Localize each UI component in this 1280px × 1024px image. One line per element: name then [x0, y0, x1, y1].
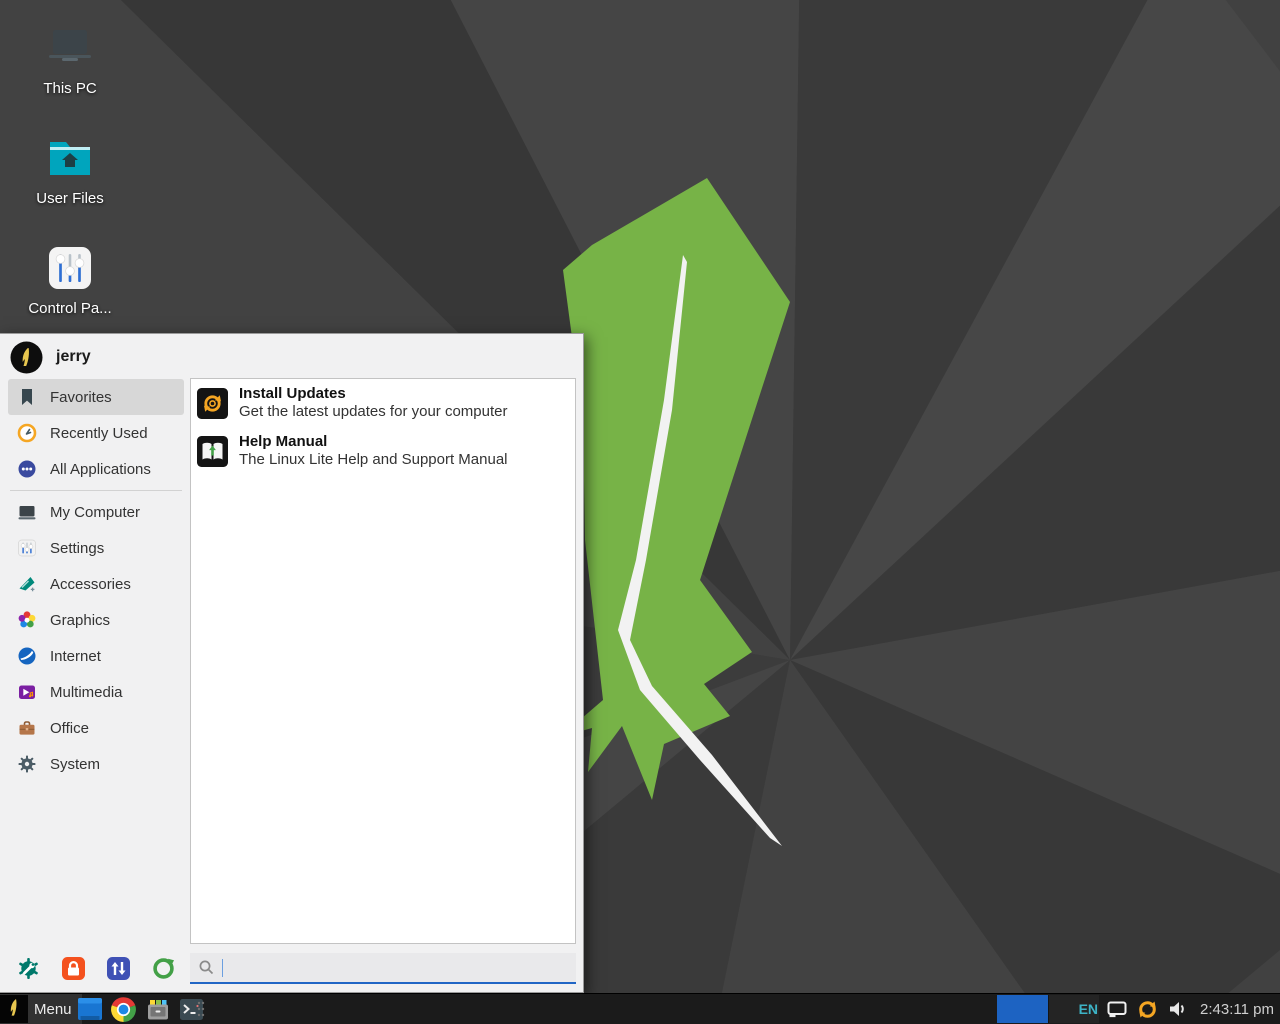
system-icon: [17, 754, 37, 774]
menu-apps-panel: Install Updates Get the latest updates f…: [190, 378, 576, 944]
sidebar-item-recently-used[interactable]: Recently Used: [8, 415, 184, 451]
app-row-help-manual[interactable]: Help Manual The Linux Lite Help and Supp…: [191, 427, 575, 475]
app-description: Get the latest updates for your computer: [239, 403, 507, 421]
desktop-icon-label: This PC: [8, 80, 132, 97]
sidebar-item-label: Office: [50, 720, 89, 737]
graphics-icon: [17, 610, 37, 630]
desktop-icon-control-panel[interactable]: Control Pa...: [8, 242, 132, 317]
panel-handle[interactable]: [196, 1000, 206, 1018]
chrome-icon[interactable]: [110, 996, 137, 1023]
keyboard-layout-indicator[interactable]: EN: [1079, 1001, 1098, 1017]
sidebar-item-label: Accessories: [50, 576, 131, 593]
user-avatar[interactable]: [10, 341, 43, 374]
sidebar-item-label: Internet: [50, 648, 101, 665]
sidebar-item-accessories[interactable]: Accessories: [8, 566, 184, 602]
sidebar-item-label: Graphics: [50, 612, 110, 629]
sidebar-item-label: My Computer: [50, 504, 140, 521]
volume-icon[interactable]: [1168, 1000, 1188, 1018]
menu-search[interactable]: [190, 953, 576, 984]
app-title: Help Manual: [239, 433, 508, 451]
taskbar-launchers: [76, 994, 205, 1024]
taskbar: Menu: [0, 993, 1280, 1024]
sidebar-item-my-computer[interactable]: My Computer: [8, 494, 184, 530]
menu-sidebar: Favorites Recently Used All Applications: [8, 379, 184, 782]
home-folder-icon: [44, 132, 96, 184]
computer-icon: [44, 22, 96, 74]
app-title: Install Updates: [239, 385, 507, 403]
internet-icon: [17, 646, 37, 666]
sidebar-item-label: Settings: [50, 540, 104, 557]
control-panel-icon: [44, 242, 96, 294]
workspace-1[interactable]: [997, 995, 1048, 1023]
sidebar-item-all-applications[interactable]: All Applications: [8, 451, 184, 487]
linux-lite-feather-icon: [0, 995, 28, 1023]
display-icon[interactable]: [1107, 1001, 1127, 1018]
help-manual-icon: [197, 436, 228, 467]
sidebar-item-office[interactable]: Office: [8, 710, 184, 746]
text-caret: [222, 959, 223, 977]
menu-actions: [16, 956, 176, 981]
updates-tray-icon[interactable]: [1136, 998, 1159, 1021]
desktop-icon-this-pc[interactable]: This PC: [8, 22, 132, 97]
desktop-icon-label: Control Pa...: [8, 300, 132, 317]
recently-used-icon: [17, 423, 37, 443]
username: jerry: [56, 348, 91, 366]
sidebar-item-system[interactable]: System: [8, 746, 184, 782]
sidebar-item-internet[interactable]: Internet: [8, 638, 184, 674]
quit-icon[interactable]: [151, 956, 176, 981]
multimedia-icon: [17, 682, 37, 702]
settings-manager-icon[interactable]: [16, 956, 41, 981]
sidebar-item-label: System: [50, 756, 100, 773]
taskbar-menu-label: Menu: [34, 1001, 72, 1018]
app-description: The Linux Lite Help and Support Manual: [239, 451, 508, 469]
office-icon: [17, 718, 37, 738]
whisker-menu: jerry Favorites Recently Used: [0, 333, 584, 993]
sidebar-item-settings[interactable]: Settings: [8, 530, 184, 566]
menu-header: jerry: [10, 340, 91, 374]
lock-screen-icon[interactable]: [61, 956, 86, 981]
sidebar-item-graphics[interactable]: Graphics: [8, 602, 184, 638]
settings-icon: [17, 538, 37, 558]
sidebar-item-label: All Applications: [50, 461, 151, 478]
search-icon: [198, 959, 215, 976]
desktop-icon-user-files[interactable]: User Files: [8, 132, 132, 207]
sidebar-item-multimedia[interactable]: Multimedia: [8, 674, 184, 710]
file-manager-icon[interactable]: [76, 996, 103, 1023]
sidebar-separator: [10, 490, 182, 491]
desktop-icon-label: User Files: [8, 190, 132, 207]
app-row-install-updates[interactable]: Install Updates Get the latest updates f…: [191, 379, 575, 427]
sidebar-item-label: Favorites: [50, 389, 112, 406]
accessories-icon: [17, 574, 37, 594]
system-tray: EN 2:43:11 pm: [1079, 994, 1274, 1024]
sidebar-item-favorites[interactable]: Favorites: [8, 379, 184, 415]
taskbar-menu-button[interactable]: Menu: [0, 994, 82, 1024]
log-out-icon[interactable]: [106, 956, 131, 981]
favorites-icon: [17, 387, 37, 407]
install-updates-icon: [197, 388, 228, 419]
clock[interactable]: 2:43:11 pm: [1200, 1001, 1274, 1018]
my-computer-icon: [17, 502, 37, 522]
sidebar-item-label: Multimedia: [50, 684, 123, 701]
all-applications-icon: [17, 459, 37, 479]
file-cabinet-icon[interactable]: [144, 996, 171, 1023]
sidebar-item-label: Recently Used: [50, 425, 148, 442]
